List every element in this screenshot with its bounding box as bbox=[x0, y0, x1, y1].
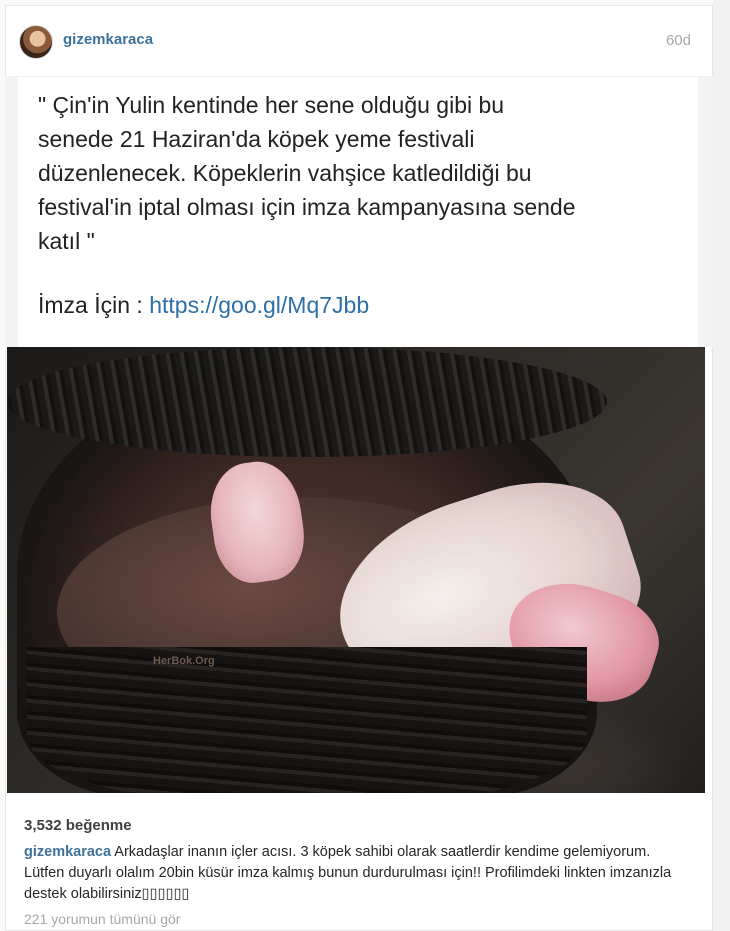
view-all-comments-link[interactable]: 221 yorumun tümünü gör bbox=[24, 911, 180, 927]
embedded-margin-right bbox=[698, 77, 713, 347]
post-timestamp[interactable]: 60d bbox=[666, 32, 691, 49]
photo-watermark: HerBok.Org bbox=[153, 655, 215, 667]
post-header: gizemkaraca 60d bbox=[5, 5, 713, 77]
petition-line: İmza İçin : https://goo.gl/Mq7Jbb bbox=[38, 292, 369, 319]
post-photo[interactable]: HerBok.Org bbox=[7, 347, 705, 793]
avatar[interactable] bbox=[19, 25, 53, 59]
likes-count[interactable]: 3,532 beğenme bbox=[24, 817, 132, 834]
photo-bottom-rim bbox=[27, 647, 587, 793]
post-username[interactable]: gizemkaraca bbox=[63, 31, 153, 48]
post-caption: gizemkaraca Arkadaşlar inanın içler acıs… bbox=[24, 842, 684, 905]
petition-label: İmza İçin : bbox=[38, 292, 150, 318]
caption-text: Arkadaşlar inanın içler acısı. 3 köpek s… bbox=[24, 844, 672, 902]
petition-link: https://goo.gl/Mq7Jbb bbox=[149, 292, 370, 318]
embedded-margin-left bbox=[5, 77, 18, 347]
photo-rim bbox=[7, 347, 607, 457]
caption-username[interactable]: gizemkaraca bbox=[24, 844, 111, 860]
scroll-gutter bbox=[713, 0, 730, 931]
embedded-quote-text: " Çin'in Yulin kentinde her sene olduğu … bbox=[38, 92, 576, 254]
